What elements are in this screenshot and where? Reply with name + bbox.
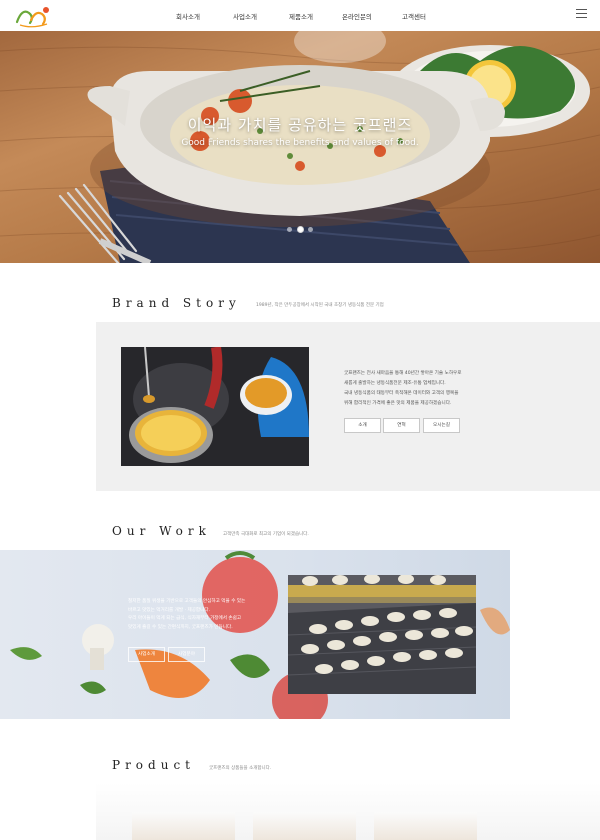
- nav-products[interactable]: 제품소개: [289, 11, 313, 21]
- brand-text-line-1: 굿프랜즈는 전사 새마음을 통해 40년간 쌓아온 기술 노하우로: [344, 371, 462, 376]
- product-card-1[interactable]: [132, 812, 235, 840]
- slide-dot-3[interactable]: [308, 227, 313, 232]
- slide-dot-1[interactable]: [287, 227, 292, 232]
- brand-story-text: 굿프랜즈는 전사 새마음을 통해 40년간 쌓아온 기술 노하우로 새롭게 출발…: [344, 369, 479, 409]
- brand-story-title: Brand Story: [112, 296, 241, 310]
- brand-text-line-3: 국내 냉동식품의 태동부터 축적해온 데이터와 고객의 행복을: [344, 391, 459, 396]
- dumpling-factory-photo: [288, 575, 476, 694]
- hero-title: 이익과 가치를 공유하는 굿프랜즈: [187, 116, 413, 134]
- product-desc: 굿프랜즈의 상품들을 소개합니다.: [209, 766, 272, 771]
- our-work-title: Our Work: [112, 524, 211, 538]
- business-intro-button[interactable]: 사업소개: [128, 647, 165, 662]
- business-area-button[interactable]: 사업분야: [168, 647, 205, 662]
- site-header: 회사소개 사업소개 제품소개 온라인문의 고객센터: [0, 0, 600, 31]
- main-nav: 회사소개 사업소개 제품소개 온라인문의 고객센터: [0, 0, 600, 31]
- work-text-line-4: 맛있게 즐길 수 있는 간편식까지, 굿프랜즈가 만듭니다.: [128, 624, 233, 630]
- slider-pagination: [286, 226, 316, 234]
- hero-subtitle: Good Friends shares the benefits and val…: [181, 138, 419, 148]
- location-button[interactable]: 오시는길: [423, 418, 460, 433]
- nav-business[interactable]: 사업소개: [233, 11, 257, 21]
- slide-dot-2[interactable]: [297, 226, 304, 233]
- product-card-2[interactable]: [253, 812, 356, 840]
- product-card-3[interactable]: [374, 812, 477, 840]
- work-text-line-2: 바르고 맛있는 먹거리를 개발 · 제공합니다.: [128, 607, 211, 613]
- intro-button[interactable]: 소개: [344, 418, 381, 433]
- nav-support[interactable]: 고객센터: [402, 11, 426, 21]
- brand-story-desc: 1989년, 작은 만두공장에서 시작된 국내 초창기 냉동식품 전문 기업: [256, 303, 384, 308]
- brand-text-line-4: 위해 합리적인 가격에 좋은 맛의 제품을 제공하겠습니다.: [344, 401, 452, 406]
- history-button[interactable]: 연혁: [383, 418, 420, 433]
- hamburger-icon[interactable]: [576, 9, 587, 19]
- our-work-text: 철저한 품질 위생을 기반으로 고객들의 안심하고 먹을 수 있는 바르고 맛있…: [128, 598, 263, 632]
- our-work-desc: 고객만족 극대화로 최고의 기업이 되겠습니다.: [223, 532, 309, 537]
- nav-company[interactable]: 회사소개: [176, 11, 200, 21]
- work-text-line-3: 우리 아이들이 먹게 되는 급식, 식자재부터 가정에서 손쉽고: [128, 616, 242, 622]
- nav-inquiry[interactable]: 온라인문의: [342, 11, 372, 21]
- hero-slider: 이익과 가치를 공유하는 굿프랜즈 Good Friends shares th…: [0, 31, 600, 263]
- brand-story-photo: [121, 347, 309, 466]
- product-title: Product: [112, 758, 195, 772]
- brand-text-line-2: 새롭게 출발하는 냉동식품전문 제조·유통 업체입니다.: [344, 381, 446, 386]
- work-text-line-1: 철저한 품질 위생을 기반으로 고객들의 안심하고 먹을 수 있는: [128, 599, 246, 604]
